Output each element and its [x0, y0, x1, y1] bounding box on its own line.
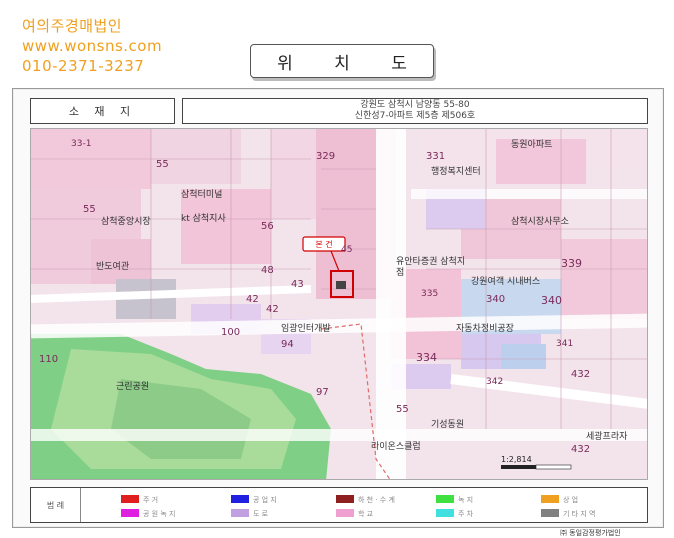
parcel-label: 48	[261, 265, 274, 276]
location-map[interactable]: 본 건 1:2,814 33-1 329 331 55 55 56 48 45 …	[30, 128, 648, 480]
legend-item-label: 학 교	[358, 510, 374, 518]
legend-item-label: 상 업	[563, 496, 579, 504]
parcel-label: 94	[281, 339, 294, 350]
parcel-label: 55	[396, 404, 409, 415]
parcel-label: 110	[39, 354, 59, 365]
parcel-label: 45	[341, 245, 353, 255]
parcel-label: 42	[246, 294, 259, 305]
brand-website[interactable]: www.wonsns.com	[22, 37, 162, 55]
parcel-label: 335	[421, 289, 439, 299]
parcel-label: 43	[291, 279, 304, 290]
parcel-label: 56	[261, 221, 274, 232]
legend-label: 범 례	[31, 488, 81, 522]
legend-swatch	[121, 495, 139, 503]
legend-swatch	[336, 509, 354, 517]
place-label: 유안타증권 삼척지점	[396, 257, 466, 278]
parcel-label: 100	[221, 327, 241, 338]
place-label: 임광인터개발	[281, 324, 331, 334]
brand-name: 여의주경매법인	[22, 17, 123, 35]
parcel-label: 42	[266, 304, 279, 315]
parcel-label: 340	[486, 294, 506, 305]
legend-item-label: 도 로	[253, 510, 269, 518]
target-label: 본 건	[315, 239, 333, 249]
legend-swatch	[231, 509, 249, 517]
parcel-label: 432	[571, 369, 591, 380]
legend-swatch	[336, 495, 354, 503]
location-label: 소 재 지	[30, 98, 175, 124]
legend-item-label: 공 업 지	[253, 496, 277, 504]
place-label: 삼척터미널	[181, 190, 223, 200]
legend-item-label: 주 차	[458, 510, 474, 518]
parcel-label: 97	[316, 387, 329, 398]
legend-item-label: 기 타 지 역	[563, 510, 596, 518]
parcel-label: 339	[561, 257, 582, 270]
place-label: 세광프라자	[586, 432, 628, 442]
parcel-label: 432	[571, 444, 591, 455]
parcel-label: 340	[541, 294, 562, 307]
legend-item-label: 하 천 · 수 계	[358, 496, 395, 504]
parcel-label: 342	[486, 377, 504, 387]
address-line-1: 강원도 삼척시 남양동 55-80	[360, 100, 470, 110]
legend-item-label: 녹 지	[458, 496, 474, 504]
place-label: 근린공원	[116, 382, 150, 392]
place-label: 반도여관	[96, 262, 130, 272]
parcel-label: 55	[83, 204, 96, 215]
place-label: 강원여객 시내버스	[471, 277, 541, 287]
document-title: 위 치 도	[250, 44, 434, 78]
legend-swatch	[436, 509, 454, 517]
legend-swatch	[541, 495, 559, 503]
place-label: 라이온스클럽	[371, 442, 421, 452]
legend-swatch	[436, 495, 454, 503]
legend-swatch	[541, 509, 559, 517]
place-label: 삼척중앙시장	[101, 217, 151, 227]
map-legend: 범 례 주 거 공 업 지 하 천 · 수 계 녹 지 상 업 공 원 녹 지 …	[30, 487, 648, 523]
place-label: 삼척시장사무소	[511, 217, 569, 227]
place-label: 자동차정비공장	[456, 324, 514, 334]
parcel-label: 329	[316, 151, 336, 162]
map-scale: 1:2,814	[501, 455, 532, 464]
address-line-2: 신한성7-아파트 제5층 제506호	[354, 111, 476, 121]
parcel-label: 331	[426, 151, 446, 162]
place-label: 행정복지센터	[431, 167, 481, 177]
parcel-label: 334	[416, 351, 437, 364]
legend-item-label: 공 원 녹 지	[143, 510, 176, 518]
brand-phone: 010-2371-3237	[22, 57, 145, 75]
parcel-label: 341	[556, 339, 574, 349]
legend-item-label: 주 거	[143, 496, 159, 504]
place-label: kt 삼척지사	[181, 214, 226, 224]
legend-swatch	[231, 495, 249, 503]
place-label: 기성동원	[431, 420, 465, 430]
address-box: 강원도 삼척시 남양동 55-80 신한성7-아파트 제5층 제506호	[182, 98, 648, 124]
parcel-label: 33-1	[71, 139, 92, 149]
place-label: 동원아파트	[511, 140, 553, 150]
parcel-label: 55	[156, 159, 169, 170]
legend-swatch	[121, 509, 139, 517]
